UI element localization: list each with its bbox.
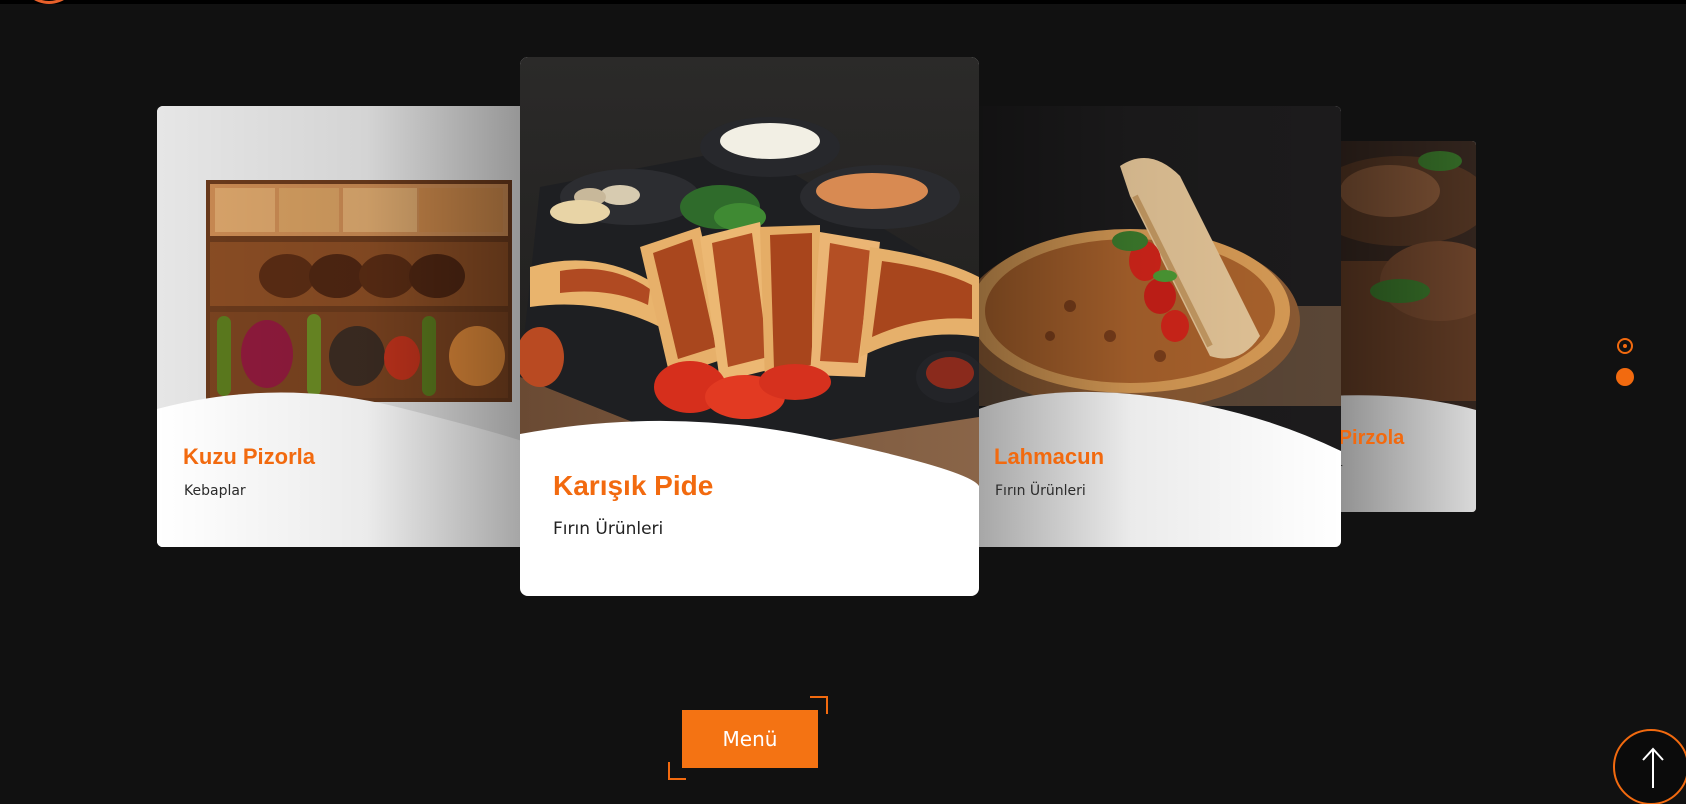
carousel-pagination [1614, 336, 1634, 386]
menu-carousel: Kuzu Pizorla Kebaplar Karışık Pide Fırın… [0, 0, 1686, 640]
pagination-dot-1[interactable] [1617, 338, 1633, 354]
menu-button[interactable]: Menü [682, 710, 818, 768]
card-category: Fırın Ürünleri [995, 483, 1086, 499]
carousel-card-kuzu-pirzola[interactable]: Kuzu Pizorla Kebaplar [157, 106, 538, 547]
card-title: Karışık Pide [553, 470, 714, 501]
scroll-to-top-button[interactable] [1613, 729, 1686, 804]
pagination-dot-2-active[interactable] [1616, 368, 1634, 386]
card-category: Fırın Ürünleri [553, 519, 664, 539]
card-info-panel [520, 416, 979, 596]
carousel-card-karisik-pide[interactable]: Karışık Pide Fırın Ürünleri [520, 57, 979, 596]
card-info-panel [1330, 392, 1476, 512]
menu-button-frame: Menü [668, 696, 828, 780]
card-title: Lahmacun [994, 444, 1105, 469]
card-title: Kuzu Pizorla [183, 444, 316, 469]
arrow-up-icon [1642, 747, 1664, 788]
carousel-card-lahmacun[interactable]: Lahmacun Fırın Ürünleri [960, 106, 1341, 547]
card-category: Kebaplar [184, 483, 246, 499]
carousel-card-pirzola[interactable]: k Pirzola ar [1330, 141, 1476, 512]
card-title: k Pirzola [1330, 427, 1405, 449]
